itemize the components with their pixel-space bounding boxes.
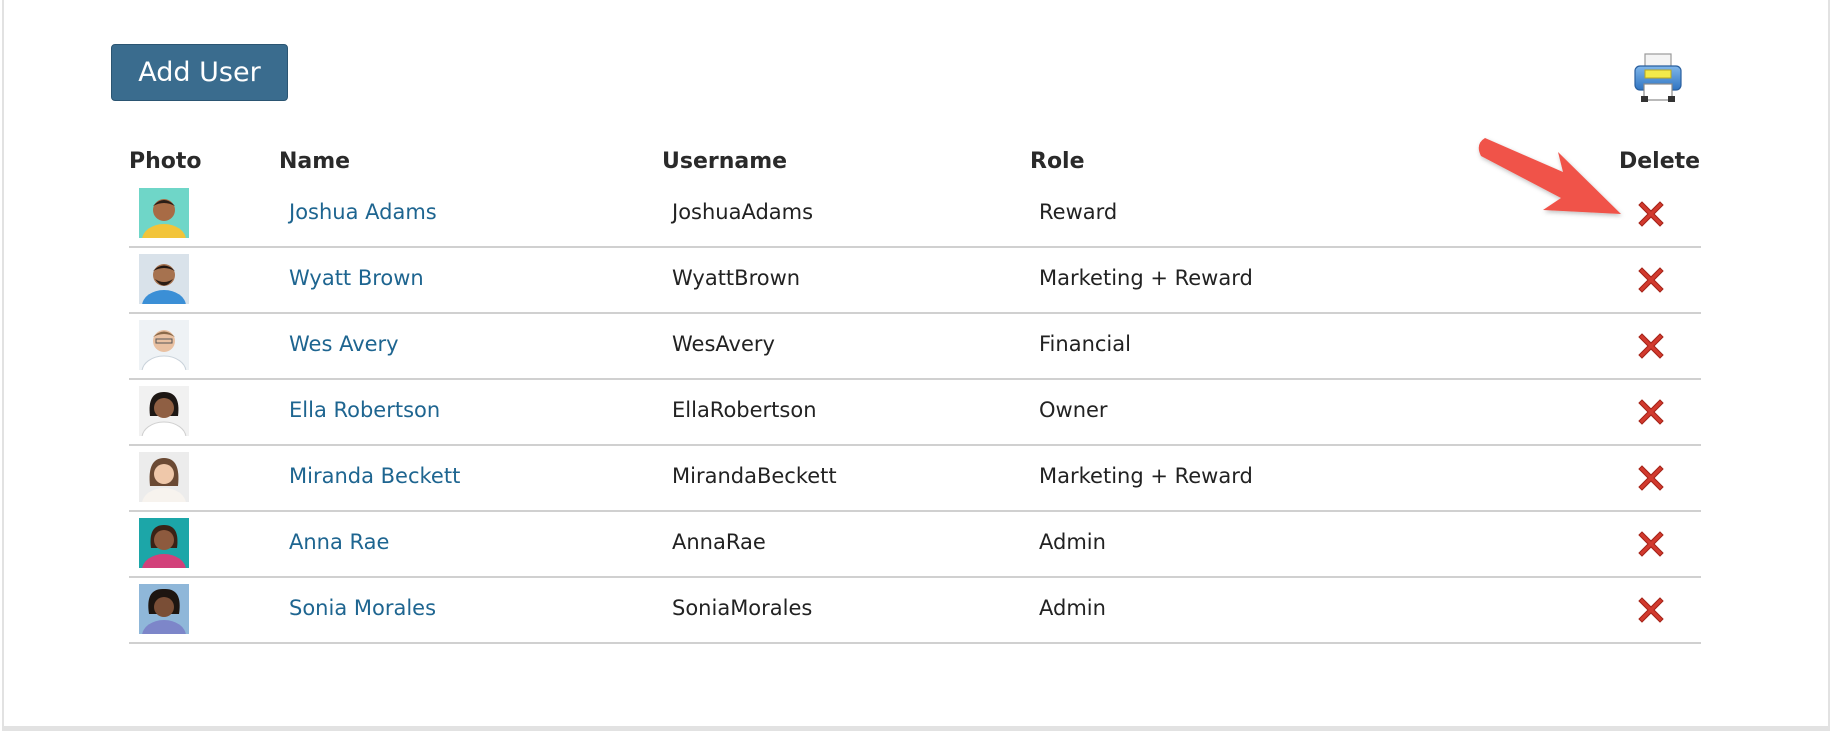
username-cell: AnnaRae bbox=[672, 530, 766, 554]
username-cell: SoniaMorales bbox=[672, 596, 813, 620]
table-row: Wes Avery WesAvery Financial bbox=[129, 314, 1701, 380]
avatar bbox=[139, 518, 189, 568]
role-cell: Financial bbox=[1039, 332, 1131, 356]
username-cell: EllaRobertson bbox=[672, 398, 817, 422]
table-row: Sonia Morales SoniaMorales Admin bbox=[129, 578, 1701, 644]
printer-icon[interactable] bbox=[1632, 52, 1684, 104]
table-row: Ella Robertson EllaRobertson Owner bbox=[129, 380, 1701, 446]
add-user-button[interactable]: Add User bbox=[111, 44, 288, 101]
table-row: Anna Rae AnnaRae Admin bbox=[129, 512, 1701, 578]
annotation-arrow-icon bbox=[1475, 128, 1627, 220]
user-name-link[interactable]: Joshua Adams bbox=[289, 200, 437, 224]
role-cell: Marketing + Reward bbox=[1039, 464, 1253, 488]
user-name-link[interactable]: Wes Avery bbox=[289, 332, 399, 356]
column-header-photo: Photo bbox=[129, 149, 202, 174]
role-cell: Marketing + Reward bbox=[1039, 266, 1253, 290]
user-name-link[interactable]: Ella Robertson bbox=[289, 398, 440, 422]
user-name-link[interactable]: Sonia Morales bbox=[289, 596, 436, 620]
avatar bbox=[139, 584, 189, 634]
column-header-username: Username bbox=[662, 149, 788, 174]
delete-icon[interactable] bbox=[1635, 330, 1667, 362]
avatar bbox=[139, 386, 189, 436]
username-cell: MirandaBeckett bbox=[672, 464, 837, 488]
user-name-link[interactable]: Miranda Beckett bbox=[289, 464, 460, 488]
avatar bbox=[139, 254, 189, 304]
user-name-link[interactable]: Wyatt Brown bbox=[289, 266, 424, 290]
role-cell: Owner bbox=[1039, 398, 1108, 422]
role-cell: Admin bbox=[1039, 596, 1106, 620]
avatar bbox=[139, 188, 189, 238]
delete-icon[interactable] bbox=[1635, 528, 1667, 560]
table-row: Miranda Beckett MirandaBeckett Marketing… bbox=[129, 446, 1701, 512]
username-cell: WesAvery bbox=[672, 332, 775, 356]
username-cell: JoshuaAdams bbox=[672, 200, 814, 224]
table-row: Wyatt Brown WyattBrown Marketing + Rewar… bbox=[129, 248, 1701, 314]
role-cell: Reward bbox=[1039, 200, 1118, 224]
delete-icon[interactable] bbox=[1635, 462, 1667, 494]
column-header-name: Name bbox=[279, 149, 351, 174]
user-name-link[interactable]: Anna Rae bbox=[289, 530, 389, 554]
delete-icon[interactable] bbox=[1635, 396, 1667, 428]
delete-icon[interactable] bbox=[1635, 198, 1667, 230]
delete-icon[interactable] bbox=[1635, 264, 1667, 296]
delete-icon[interactable] bbox=[1635, 594, 1667, 626]
column-header-delete: Delete bbox=[1619, 149, 1701, 174]
table-row: Joshua Adams JoshuaAdams Reward bbox=[129, 182, 1701, 248]
role-cell: Admin bbox=[1039, 530, 1106, 554]
avatar bbox=[139, 452, 189, 502]
username-cell: WyattBrown bbox=[672, 266, 801, 290]
avatar bbox=[139, 320, 189, 370]
column-header-role: Role bbox=[1030, 149, 1085, 174]
